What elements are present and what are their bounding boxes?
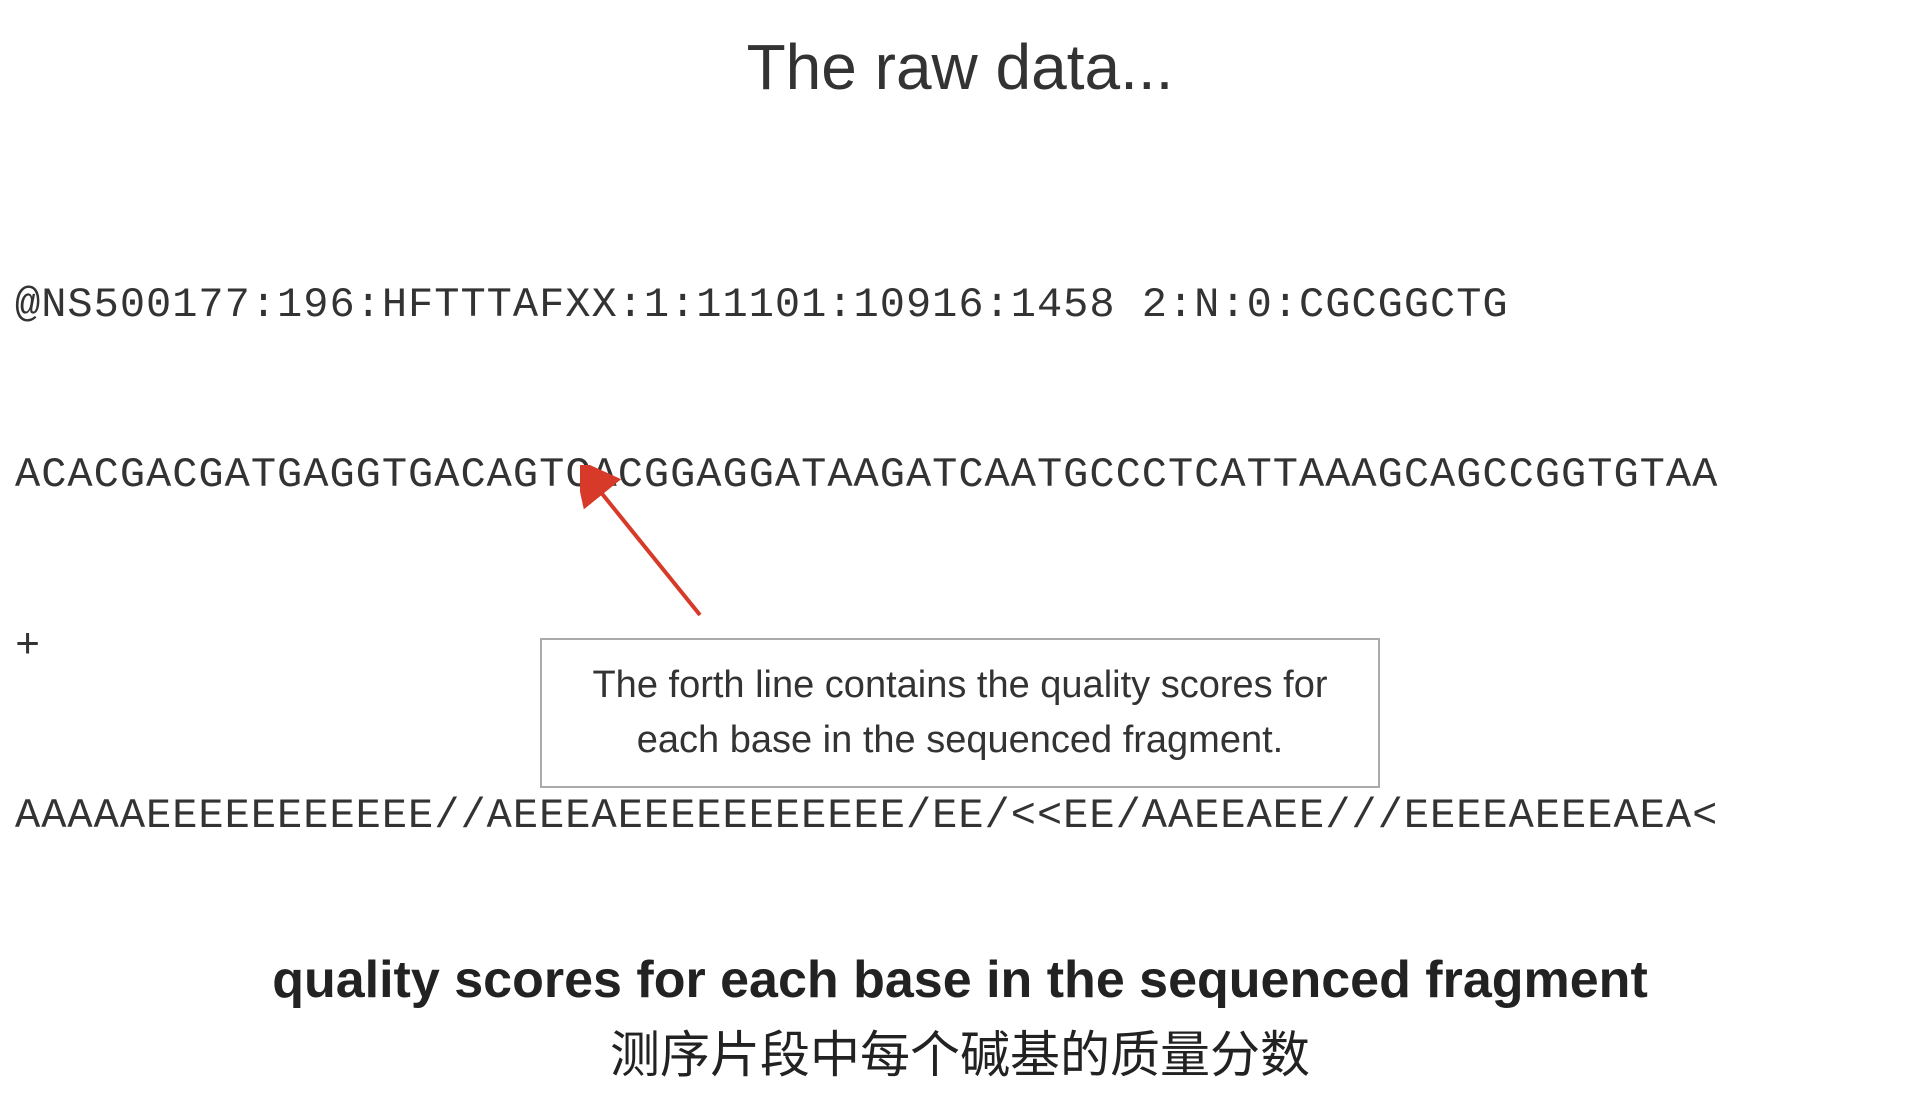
fastq-sequence-line: ACACGACGATGAGGTGACAGTCACGGAGGATAAGATCAAT… xyxy=(15,447,1905,504)
fastq-quality-line: AAAAAEEEEEEEEEEE//AEEEAEEEEEEEEEEE/EE/<<… xyxy=(15,788,1905,845)
fastq-record: @NS500177:196:HFTTTAFXX:1:11101:10916:14… xyxy=(0,164,1920,901)
annotation-callout: The forth line contains the quality scor… xyxy=(540,638,1380,788)
slide-title: The raw data... xyxy=(0,30,1920,104)
subtitle-caption: quality scores for each base in the sequ… xyxy=(0,947,1920,1090)
subtitle-english: quality scores for each base in the sequ… xyxy=(0,947,1920,1015)
annotation-arrow xyxy=(580,465,720,615)
fastq-header-line: @NS500177:196:HFTTTAFXX:1:11101:10916:14… xyxy=(15,277,1905,334)
